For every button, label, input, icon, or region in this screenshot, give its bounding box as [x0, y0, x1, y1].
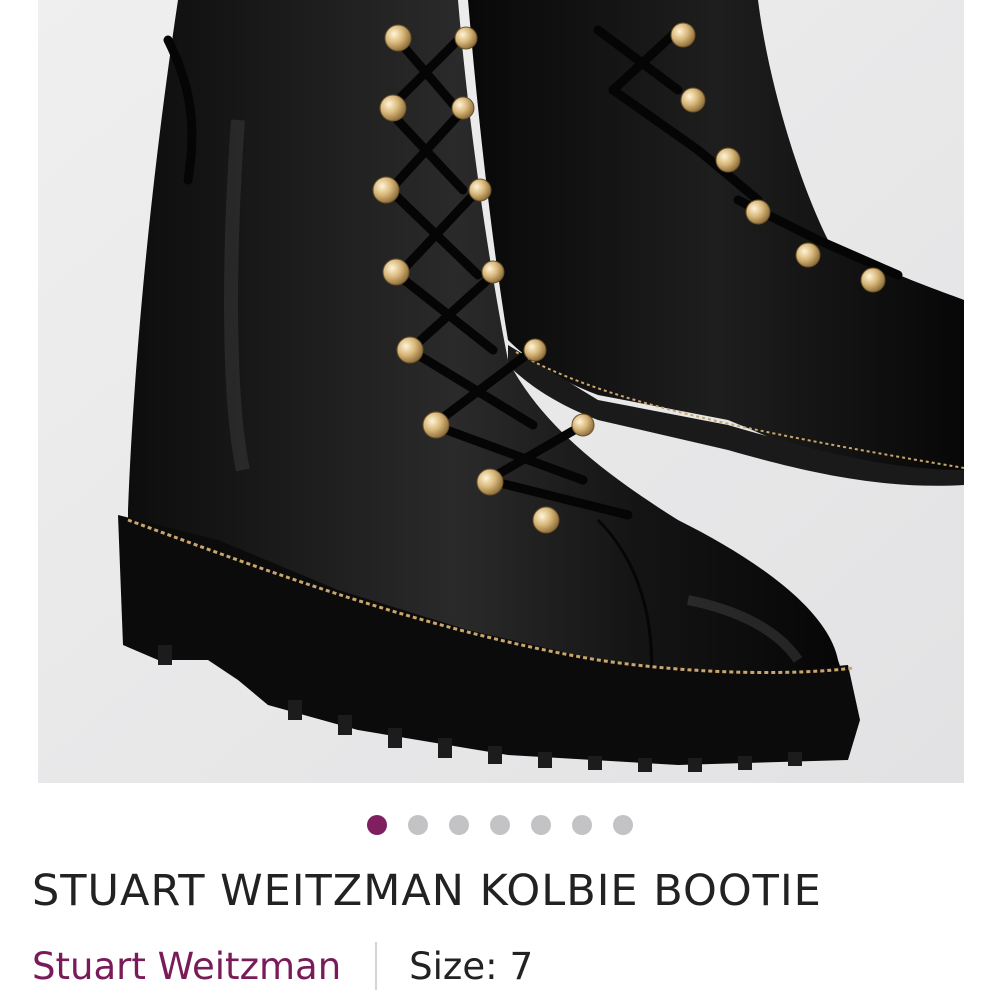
- product-meta-row: Stuart Weitzman Size: 7: [32, 938, 533, 994]
- carousel-dot-2[interactable]: [408, 815, 428, 835]
- carousel-dot-1[interactable]: [367, 815, 387, 835]
- image-carousel-indicator: [0, 814, 1000, 836]
- product-title: STUART WEITZMAN KOLBIE BOOTIE: [32, 866, 822, 916]
- carousel-dot-3[interactable]: [449, 815, 469, 835]
- size-label: Size:: [409, 944, 498, 988]
- carousel-dot-6[interactable]: [572, 815, 592, 835]
- listing-page: STUART WEITZMAN KOLBIE BOOTIE Stuart Wei…: [0, 0, 1000, 1000]
- boot-photo-illustration: [38, 0, 964, 783]
- product-photo[interactable]: [38, 0, 964, 783]
- carousel-dot-7[interactable]: [613, 815, 633, 835]
- brand-link[interactable]: Stuart Weitzman: [32, 945, 341, 988]
- meta-divider: [375, 942, 378, 990]
- carousel-dot-4[interactable]: [490, 815, 510, 835]
- carousel-dot-5[interactable]: [531, 815, 551, 835]
- size-value: 7: [509, 944, 534, 988]
